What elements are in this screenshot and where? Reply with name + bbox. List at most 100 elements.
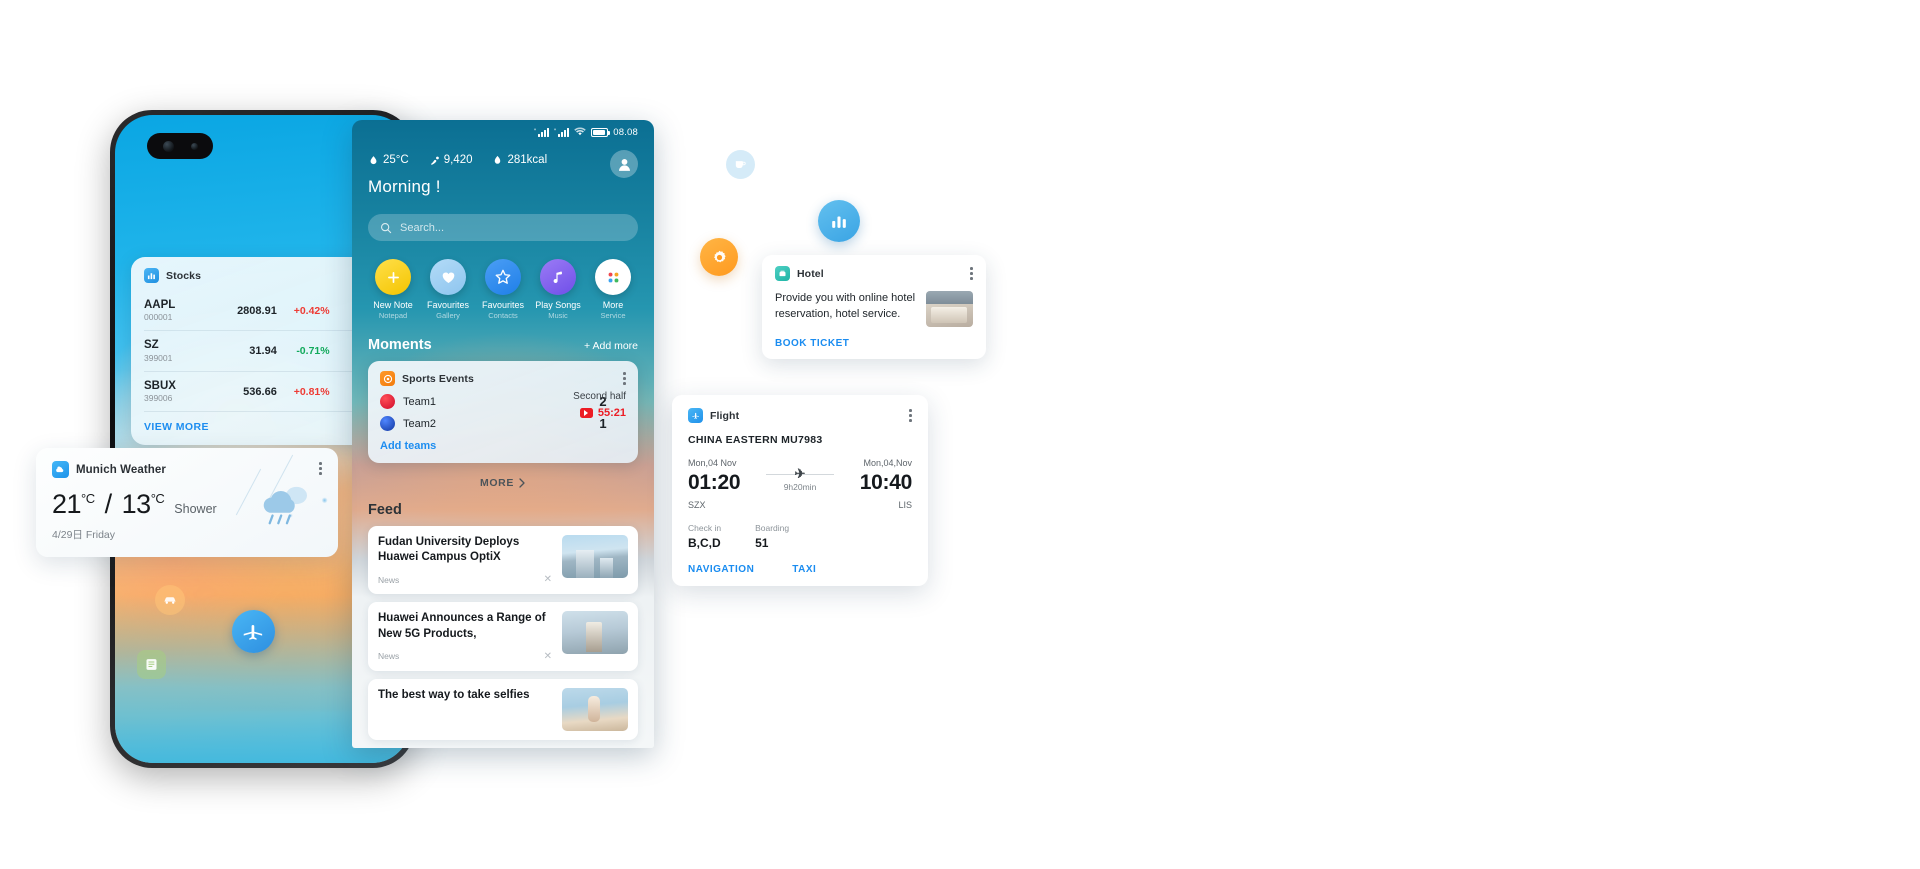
departure-date: Mon,04 Nov xyxy=(688,458,737,468)
greeting-text: Morning ! xyxy=(368,177,441,196)
list-item[interactable]: Fudan University Deploys Huawei Campus O… xyxy=(368,526,638,595)
departure-block: Mon,04 Nov 01:20 SZX xyxy=(688,458,760,510)
metric-steps-value: 9,420 xyxy=(443,154,473,166)
stock-price: 2808.91 xyxy=(237,304,277,317)
match-status-block: Second half 55:21 xyxy=(573,391,626,419)
stock-code: 000001 xyxy=(144,312,173,323)
avatar[interactable] xyxy=(610,150,638,178)
stock-price: 536.66 xyxy=(243,385,277,398)
book-ticket-button[interactable]: BOOK TICKET xyxy=(775,338,973,349)
metric-calories-value: 281kcal xyxy=(507,154,548,166)
feed-item-text: Huawei Announces a Range of New 5G Produ… xyxy=(378,611,552,661)
stock-symbol: AAPL xyxy=(144,299,176,311)
feed-thumbnail xyxy=(562,611,628,655)
flight-duration: 9h20min xyxy=(783,482,817,492)
add-teams-link[interactable]: Add teams xyxy=(380,440,626,452)
app-shortcut-new-note[interactable]: New Note Notepad xyxy=(368,259,418,321)
metric-weather-value: 25°C xyxy=(383,154,409,166)
status-bar-icons: “ “ 08.08 xyxy=(534,127,638,138)
sports-card-title: Sports Events xyxy=(402,372,474,385)
app-shortcuts-row: New Note Notepad Favourites Gallery Favo… xyxy=(368,259,638,321)
metric-weather[interactable]: 25°C xyxy=(368,154,409,166)
weather-app-icon xyxy=(52,461,69,478)
weather-card[interactable]: Munich Weather 21°C / 13°C Shower 4/29日 … xyxy=(36,448,338,557)
heart-icon xyxy=(430,259,466,295)
flight-card[interactable]: Flight CHINA EASTERN MU7983 Mon,04 Nov 0… xyxy=(672,395,928,587)
weather-card-title: Munich Weather xyxy=(76,463,167,476)
stock-code: 399006 xyxy=(144,393,173,404)
airplane-icon xyxy=(232,610,275,653)
search-placeholder: Search... xyxy=(400,221,445,234)
more-label: MORE xyxy=(480,477,514,489)
metric-steps[interactable]: 9,420 xyxy=(429,154,473,166)
moments-header: Moments + Add more xyxy=(368,337,638,353)
flight-times: Mon,04 Nov 01:20 SZX ✈ 9h20min Mon,04,No… xyxy=(688,458,912,510)
car-icon xyxy=(155,585,185,615)
navigation-button[interactable]: NAVIGATION xyxy=(688,564,754,575)
feed-title: Feed xyxy=(368,502,402,518)
sports-events-widget[interactable]: Sports Events Second half 55:21 Team1 2 xyxy=(368,361,638,463)
app-shortcut-sub: Music xyxy=(548,311,568,321)
close-icon[interactable]: ✕ xyxy=(544,574,552,585)
weather-overflow-menu-icon[interactable] xyxy=(319,462,322,475)
hotel-description: Provide you with online hotel reservatio… xyxy=(775,292,916,320)
feed-source: News xyxy=(378,651,400,662)
music-note-icon xyxy=(540,259,576,295)
hotel-card[interactable]: Hotel Provide you with online hotel rese… xyxy=(762,255,986,359)
search-input[interactable]: Search... xyxy=(368,214,638,241)
hotel-overflow-menu-icon[interactable] xyxy=(970,267,973,280)
taxi-button[interactable]: TAXI xyxy=(792,564,816,575)
weather-condition: Shower xyxy=(174,502,217,516)
app-shortcut-sub: Service xyxy=(600,311,626,321)
metric-calories[interactable]: 281kcal xyxy=(492,154,547,166)
arrival-block: Mon,04,Nov 10:40 LIS xyxy=(840,458,913,510)
add-more-button[interactable]: + Add more xyxy=(584,340,638,352)
table-row[interactable]: SBUX 399006 536.66 +0.81% +11.94 xyxy=(144,372,386,413)
stock-price: 31.94 xyxy=(249,345,277,358)
settings-bubble[interactable] xyxy=(700,238,738,276)
chart-bubble[interactable] xyxy=(818,200,860,242)
flight-overflow-menu-icon[interactable] xyxy=(909,409,912,422)
red-ball-icon xyxy=(380,394,395,409)
more-button[interactable]: MORE xyxy=(368,477,638,489)
blue-ball-icon xyxy=(380,416,395,431)
stock-symbol-cell: AAPL 000001 xyxy=(144,298,211,323)
stock-symbol: SZ xyxy=(144,339,159,352)
wifi-icon xyxy=(574,126,586,138)
weather-drop-icon xyxy=(370,155,377,164)
app-shortcut-favourites-gallery[interactable]: Favourites Gallery xyxy=(423,259,473,321)
team-name: Team1 xyxy=(403,395,437,408)
list-item[interactable]: The best way to take selfies xyxy=(368,678,638,740)
app-shortcut-play-songs[interactable]: Play Songs Music xyxy=(533,259,583,321)
stock-percent: +0.81% xyxy=(293,385,330,398)
sports-overflow-menu-icon[interactable] xyxy=(623,372,626,385)
signal-icon-2: “ xyxy=(554,127,570,137)
table-row[interactable]: SZ 399001 31.94 -0.71% -13.62 xyxy=(144,331,386,372)
hotel-room-photo xyxy=(926,291,973,327)
star-icon xyxy=(485,259,521,295)
feed-source: News xyxy=(378,574,400,585)
search-icon xyxy=(380,222,392,233)
stocks-chart-icon xyxy=(144,268,159,283)
stocks-view-more-link[interactable]: VIEW MORE xyxy=(144,421,386,433)
app-shortcut-more[interactable]: More Service xyxy=(588,259,638,321)
camera-lens-icon xyxy=(162,140,174,152)
feed-headline: The best way to take selfies xyxy=(378,688,530,701)
app-shortcut-favourites-contacts[interactable]: Favourites Contacts xyxy=(478,259,528,321)
weather-separator: / xyxy=(104,489,113,519)
coffee-cup-bubble[interactable] xyxy=(726,150,755,179)
calories-flame-icon xyxy=(495,155,501,164)
camera-cutout xyxy=(147,133,213,159)
close-icon[interactable]: ✕ xyxy=(544,651,552,662)
grid-dots-icon xyxy=(595,259,631,295)
table-row[interactable]: AAPL 000001 2808.91 +0.42% +17.14 xyxy=(144,291,386,332)
app-shortcut-sub: Gallery xyxy=(436,311,460,321)
stock-symbol-cell: SBUX 399006 xyxy=(144,379,211,404)
sports-card-header: Sports Events xyxy=(380,371,626,386)
feed-headline: Fudan University Deploys Huawei Campus O… xyxy=(378,536,520,564)
bar-chart-icon xyxy=(832,216,846,228)
weather-card-header: Munich Weather xyxy=(52,461,322,478)
list-item[interactable]: Huawei Announces a Range of New 5G Produ… xyxy=(368,602,638,671)
screenshot-root: Stocks AAPL 000001 2808.91 +0.42% +17.14… xyxy=(0,0,1920,869)
gear-icon xyxy=(713,250,726,262)
